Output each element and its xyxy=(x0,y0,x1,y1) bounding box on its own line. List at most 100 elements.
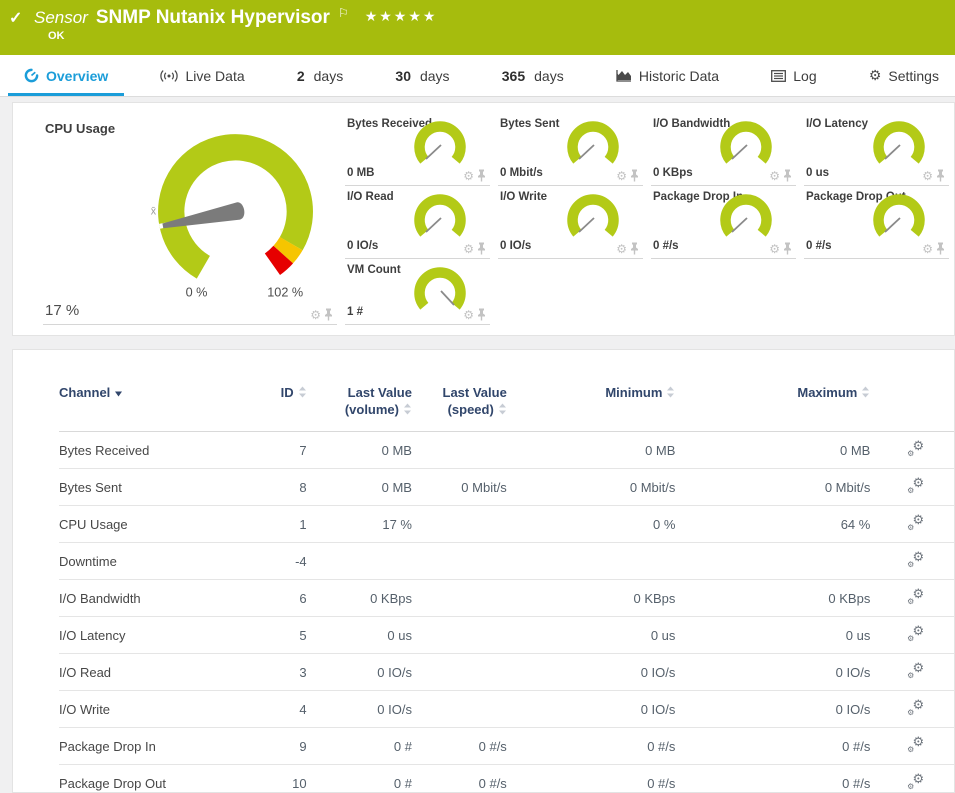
col-header-minimum[interactable]: Minimum xyxy=(507,384,676,432)
channel-gauge-cell[interactable]: VM Count 1 # ⚙ xyxy=(345,259,490,325)
channel-id: 8 xyxy=(249,469,307,506)
channel-name[interactable]: Package Drop In xyxy=(59,728,249,765)
last-value-volume: 0 MB xyxy=(307,432,412,469)
gear-icon[interactable]: ⚙ xyxy=(922,170,933,182)
tab-settings[interactable]: ⚙ Settings xyxy=(869,55,939,96)
channel-name[interactable]: CPU Usage xyxy=(59,506,249,543)
pin-icon[interactable] xyxy=(783,242,792,255)
pin-icon[interactable] xyxy=(783,169,792,182)
gauge-value: 0 KBps xyxy=(653,167,693,179)
tab-historic-data[interactable]: Historic Data xyxy=(616,55,719,96)
channel-name[interactable]: I/O Latency xyxy=(59,617,249,654)
channel-settings-icon[interactable]: ⚙⚙ xyxy=(907,589,924,604)
sort-icon xyxy=(403,402,412,419)
channel-name[interactable]: Bytes Received xyxy=(59,432,249,469)
gear-icon[interactable]: ⚙ xyxy=(769,170,780,182)
overview-gauges-panel: CPU Usage x̄ 0 % 102 % 17 % ⚙ xyxy=(12,102,955,336)
channel-settings-icon[interactable]: ⚙⚙ xyxy=(907,515,924,530)
last-value-speed: 0 Mbit/s xyxy=(412,469,507,506)
pin-icon[interactable] xyxy=(630,169,639,182)
table-row: Downtime -4 ⚙⚙ xyxy=(59,543,955,580)
col-header-actions xyxy=(870,384,955,432)
channel-gauge-cell[interactable]: Bytes Received 0 MB ⚙ xyxy=(345,113,490,186)
channel-settings-icon[interactable]: ⚙⚙ xyxy=(907,737,924,752)
channel-settings-icon[interactable]: ⚙⚙ xyxy=(907,478,924,493)
channel-settings-cell: ⚙⚙ xyxy=(870,432,955,469)
gear-icon[interactable]: ⚙ xyxy=(616,170,627,182)
channel-id: 4 xyxy=(249,691,307,728)
last-value-speed: 0 #/s xyxy=(412,728,507,765)
col-header-maximum[interactable]: Maximum xyxy=(675,384,870,432)
channel-id: 5 xyxy=(249,617,307,654)
tab-2-days[interactable]: 2 days xyxy=(297,55,343,96)
flag-icon[interactable]: ⚐ xyxy=(338,6,349,20)
channel-name[interactable]: I/O Read xyxy=(59,654,249,691)
channel-name[interactable]: Downtime xyxy=(59,543,249,580)
gear-icon[interactable]: ⚙ xyxy=(769,243,780,255)
gauge-title: I/O Write xyxy=(500,191,547,203)
cpu-gauge: x̄ 0 % 102 % xyxy=(138,117,333,307)
channel-id: -4 xyxy=(249,543,307,580)
channel-gauge-cell[interactable]: I/O Read 0 IO/s ⚙ xyxy=(345,186,490,259)
pin-icon[interactable] xyxy=(936,242,945,255)
tab-live-data[interactable]: Live Data xyxy=(160,55,244,96)
col-header-last-value-volume[interactable]: Last Value (volume) xyxy=(307,384,412,432)
channel-settings-icon[interactable]: ⚙⚙ xyxy=(907,626,924,641)
channel-name[interactable]: I/O Bandwidth xyxy=(59,580,249,617)
average-marker: x̄ xyxy=(151,205,157,217)
channel-gauge-cell[interactable]: Package Drop In 0 #/s ⚙ xyxy=(651,186,796,259)
mini-gauge xyxy=(563,191,623,243)
tab-overview[interactable]: Overview xyxy=(24,55,108,96)
table-row: Bytes Received 7 0 MB 0 MB 0 MB ⚙⚙ xyxy=(59,432,955,469)
gear-icon[interactable]: ⚙ xyxy=(616,243,627,255)
col-header-last-value-speed[interactable]: Last Value (speed) xyxy=(412,384,507,432)
pin-icon[interactable] xyxy=(477,242,486,255)
pin-icon[interactable] xyxy=(324,308,333,321)
gear-icon[interactable]: ⚙ xyxy=(463,170,474,182)
tab-365-days[interactable]: 365 days xyxy=(502,55,564,96)
channel-gauge-cell[interactable]: I/O Write 0 IO/s ⚙ xyxy=(498,186,643,259)
last-value-speed xyxy=(412,654,507,691)
gear-icon[interactable]: ⚙ xyxy=(463,243,474,255)
channel-settings-icon[interactable]: ⚙⚙ xyxy=(907,441,924,456)
gear-icon[interactable]: ⚙ xyxy=(463,309,474,321)
gauge-value: 0 IO/s xyxy=(347,240,378,252)
tab-30-days[interactable]: 30 days xyxy=(395,55,449,96)
channel-gauge-cell[interactable]: I/O Latency 0 us ⚙ xyxy=(804,113,949,186)
minimum-value: 0 us xyxy=(507,617,676,654)
channel-settings-icon[interactable]: ⚙⚙ xyxy=(907,700,924,715)
channel-gauge-cell[interactable]: Bytes Sent 0 Mbit/s ⚙ xyxy=(498,113,643,186)
channel-settings-icon[interactable]: ⚙⚙ xyxy=(907,774,924,789)
channel-name[interactable]: Bytes Sent xyxy=(59,469,249,506)
pin-icon[interactable] xyxy=(936,169,945,182)
minimum-value xyxy=(507,543,676,580)
gear-icon[interactable]: ⚙ xyxy=(922,243,933,255)
pin-icon[interactable] xyxy=(630,242,639,255)
tab-label: Historic Data xyxy=(639,68,719,84)
last-value-volume: 0 KBps xyxy=(307,580,412,617)
tab-log[interactable]: Log xyxy=(771,55,816,96)
channel-settings-icon[interactable]: ⚙⚙ xyxy=(907,663,924,678)
channel-settings-icon[interactable]: ⚙⚙ xyxy=(907,552,924,567)
maximum-value: 64 % xyxy=(675,506,870,543)
last-value-volume: 0 us xyxy=(307,617,412,654)
pin-icon[interactable] xyxy=(477,308,486,321)
minimum-value: 0 KBps xyxy=(507,580,676,617)
last-value-volume: 0 # xyxy=(307,728,412,765)
channel-name[interactable]: I/O Write xyxy=(59,691,249,728)
pin-icon[interactable] xyxy=(477,169,486,182)
maximum-value: 0 us xyxy=(675,617,870,654)
gauge-title: I/O Read xyxy=(347,191,394,203)
tab-label: Settings xyxy=(888,68,939,84)
tab-label: days xyxy=(314,68,344,84)
sort-icon xyxy=(498,402,507,419)
channel-gauge-cell[interactable]: I/O Bandwidth 0 KBps ⚙ xyxy=(651,113,796,186)
col-header-channel[interactable]: Channel xyxy=(59,384,249,432)
cpu-usage-gauge-cell[interactable]: CPU Usage x̄ 0 % 102 % 17 % ⚙ xyxy=(43,113,337,325)
gear-icon[interactable]: ⚙ xyxy=(310,309,321,321)
col-header-id[interactable]: ID xyxy=(249,384,307,432)
last-value-volume: 17 % xyxy=(307,506,412,543)
star-rating[interactable]: ★★★★★ xyxy=(365,8,438,25)
maximum-value: 0 IO/s xyxy=(675,691,870,728)
channel-gauge-cell[interactable]: Package Drop Out 0 #/s ⚙ xyxy=(804,186,949,259)
